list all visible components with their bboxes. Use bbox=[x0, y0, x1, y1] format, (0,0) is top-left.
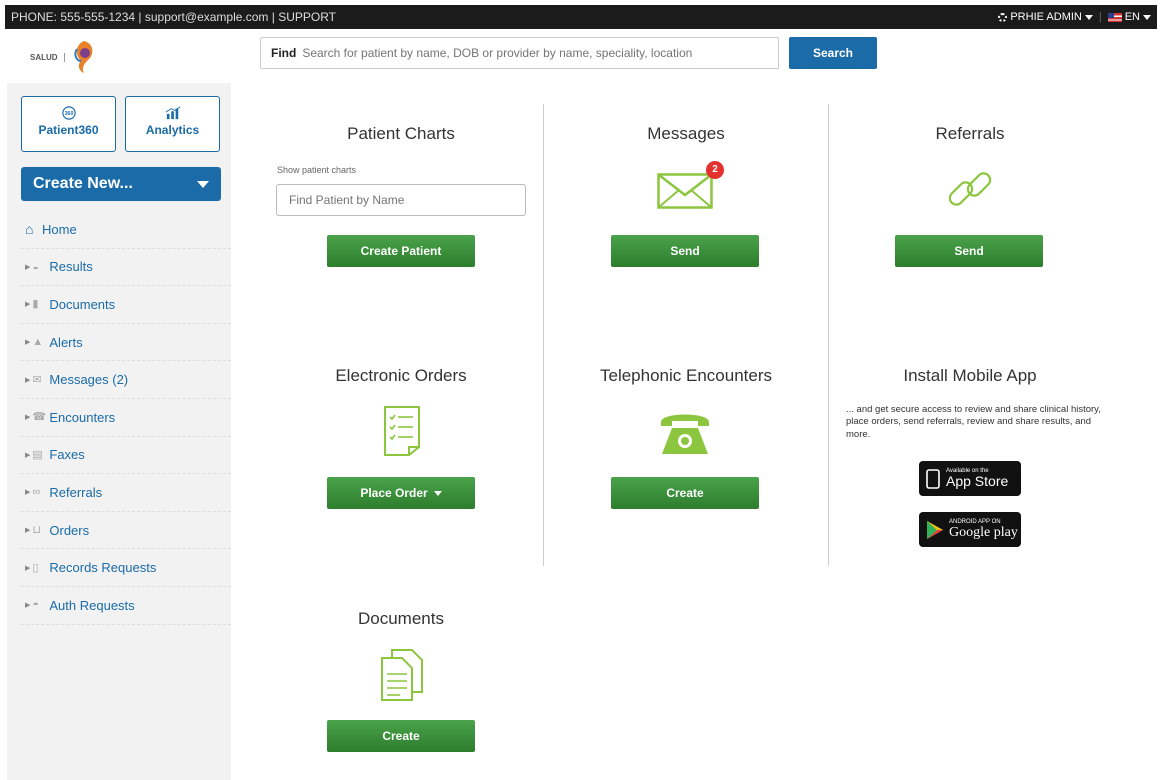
play-store-icon bbox=[927, 520, 943, 539]
patient-charts-title: Patient Charts bbox=[347, 124, 455, 143]
referrals-title: Referrals bbox=[935, 124, 1005, 143]
app-store-text: App Store bbox=[946, 472, 1009, 489]
caret-right-icon: ▶ bbox=[25, 489, 31, 497]
envelope-icon bbox=[657, 173, 713, 209]
caret-right-icon: ▶ bbox=[25, 564, 31, 572]
referrals-send-button[interactable]: Send bbox=[895, 235, 1043, 267]
sidebar-item-encounters[interactable]: ▶ ☎ Encounters bbox=[21, 399, 231, 437]
language-menu[interactable]: EN bbox=[1107, 11, 1151, 23]
chevron-down-icon bbox=[197, 180, 209, 188]
telephone-icon bbox=[661, 414, 709, 454]
logo[interactable]: SALUD bbox=[30, 38, 102, 76]
search-button[interactable]: Search bbox=[789, 37, 877, 69]
caret-right-icon: ▶ bbox=[25, 602, 31, 610]
caret-right-icon: ▶ bbox=[25, 263, 31, 271]
caret-right-icon: ▶ bbox=[25, 414, 31, 422]
create-patient-button[interactable]: Create Patient bbox=[327, 235, 475, 267]
messages-send-button[interactable]: Send bbox=[611, 235, 759, 267]
patient360-icon: 360 bbox=[61, 106, 76, 120]
mobile-app-description: ... and get secure access to review and … bbox=[846, 404, 1101, 440]
chevron-down-icon bbox=[433, 490, 442, 496]
create-new-label: Create New... bbox=[33, 175, 133, 192]
google-play-button[interactable]: ANDROID APP ON Google play bbox=[919, 512, 1021, 547]
sidebar-item-faxes[interactable]: ▶ ▤ Faxes bbox=[21, 437, 231, 475]
alert-icon: ▲ bbox=[32, 336, 44, 349]
analytics-icon bbox=[165, 106, 180, 120]
phone-icon: ☎ bbox=[32, 411, 47, 424]
logo-icon bbox=[73, 41, 92, 73]
caret-right-icon: ▶ bbox=[25, 339, 31, 347]
electronic-orders-title: Electronic Orders bbox=[335, 366, 467, 385]
documents-create-button[interactable]: Create bbox=[327, 720, 475, 752]
patient360-label: Patient360 bbox=[38, 123, 99, 137]
messages-title: Messages bbox=[647, 124, 725, 143]
chevron-down-icon bbox=[1143, 14, 1151, 20]
sidebar-item-orders[interactable]: ▶ ⊔ Orders bbox=[21, 512, 231, 550]
caret-right-icon: ▶ bbox=[25, 301, 31, 309]
telephonic-create-button[interactable]: Create bbox=[611, 477, 759, 509]
find-label: Find bbox=[271, 46, 297, 60]
link-icon: ∞ bbox=[32, 486, 41, 499]
sidebar: 360 Patient360 Analytics Create New... ⌂… bbox=[7, 83, 231, 780]
results-icon: ◒ bbox=[32, 260, 40, 273]
analytics-label: Analytics bbox=[145, 123, 200, 137]
sidebar-item-home[interactable]: ⌂ Home bbox=[21, 211, 231, 249]
flag-icon bbox=[1107, 12, 1122, 22]
patient360-button[interactable]: 360 Patient360 bbox=[21, 96, 116, 152]
top-bar: PHONE: 555-555-1234 | support@example.co… bbox=[5, 5, 1157, 29]
telephonic-encounters-title: Telephonic Encounters bbox=[599, 366, 772, 385]
documents-title: Documents bbox=[358, 609, 444, 628]
column-divider bbox=[543, 104, 544, 566]
install-mobile-app-title: Install Mobile App bbox=[903, 366, 1037, 385]
find-patient-input[interactable] bbox=[276, 184, 526, 216]
app-store-button[interactable]: Available on the App Store bbox=[919, 461, 1021, 496]
fax-icon: ▤ bbox=[32, 448, 43, 461]
link-icon bbox=[948, 172, 992, 206]
sidebar-item-records-requests[interactable]: ▶ ▯ Records Requests bbox=[21, 549, 231, 587]
contact-info[interactable]: PHONE: 555-555-1234 | support@example.co… bbox=[11, 10, 998, 24]
search-input[interactable] bbox=[302, 46, 768, 60]
gear-icon bbox=[998, 12, 1008, 22]
search-field[interactable]: Find bbox=[260, 37, 779, 69]
analytics-button[interactable]: Analytics bbox=[125, 96, 220, 152]
create-new-dropdown[interactable]: Create New... bbox=[21, 167, 221, 201]
order-list-icon bbox=[384, 406, 420, 456]
logo-wordmark: SALUD bbox=[30, 52, 65, 62]
sidebar-item-messages[interactable]: ▶ ✉ Messages (2) bbox=[21, 361, 231, 399]
column-divider bbox=[828, 104, 829, 566]
sidebar-item-alerts[interactable]: ▶ ▲ Alerts bbox=[21, 324, 231, 362]
place-order-button[interactable]: Place Order bbox=[327, 477, 475, 509]
caret-right-icon: ▶ bbox=[25, 451, 31, 459]
svg-text:360: 360 bbox=[64, 111, 73, 117]
patient-charts-label: Show patient charts bbox=[277, 165, 357, 175]
documents-icon: ▮ bbox=[32, 298, 39, 311]
messages-count-badge: 2 bbox=[706, 161, 724, 179]
google-play-text: Google play bbox=[949, 524, 1018, 540]
sidebar-item-results[interactable]: ▶ ◒ Results bbox=[21, 249, 231, 287]
auth-icon: ◓ bbox=[32, 599, 40, 612]
sidebar-nav: ⌂ Home ▶ ◒ Results ▶ ▮ Documents ▶ ▲ Alerts ▶ ✉ M… bbox=[21, 211, 231, 625]
home-icon: ⌂ bbox=[25, 221, 34, 238]
documents-icon bbox=[381, 649, 423, 701]
separator: | bbox=[1098, 11, 1102, 23]
phone-device-icon bbox=[926, 468, 940, 489]
user-menu[interactable]: PRHIE ADMIN bbox=[998, 11, 1093, 23]
records-icon: ▯ bbox=[32, 561, 39, 574]
caret-right-icon: ▶ bbox=[25, 527, 31, 535]
envelope-icon: ✉ bbox=[32, 373, 42, 386]
sidebar-item-auth-requests[interactable]: ▶ ◓ Auth Requests bbox=[21, 587, 231, 625]
chevron-down-icon bbox=[1084, 14, 1093, 20]
sidebar-item-referrals[interactable]: ▶ ∞ Referrals bbox=[21, 474, 231, 512]
caret-right-icon: ▶ bbox=[25, 376, 31, 384]
cart-icon: ⊔ bbox=[32, 524, 41, 537]
sidebar-item-documents[interactable]: ▶ ▮ Documents bbox=[21, 286, 231, 324]
